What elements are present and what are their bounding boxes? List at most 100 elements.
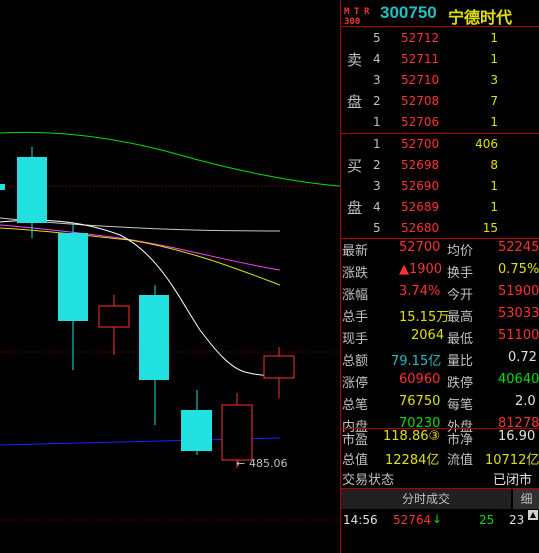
scroll-up-icon[interactable]: ▲ <box>528 510 538 520</box>
low-price-arrow: ← <box>236 457 245 470</box>
level: 2 <box>373 158 381 172</box>
volume: 406 <box>475 137 498 151</box>
tab-detail[interactable]: 细 <box>513 489 539 509</box>
tick-price: 52764 <box>393 513 432 527</box>
turnover-value: 0.75% <box>498 262 539 277</box>
price: 52708 <box>401 94 440 108</box>
buy-row[interactable]: 4 52689 1 <box>341 197 539 218</box>
sell-row[interactable]: 2 52708 7 <box>341 91 539 112</box>
tab-ticks[interactable]: 分时成交 <box>341 489 511 509</box>
price: 52689 <box>401 200 440 214</box>
low-price-annotation: 485.06 <box>249 457 288 470</box>
price: 52706 <box>401 115 440 129</box>
buy-row[interactable]: 3 52690 1 <box>341 176 539 197</box>
badge-letter: T <box>354 7 360 17</box>
amount-label: 总额 <box>342 354 369 369</box>
price: 52690 <box>401 179 440 193</box>
avg-label: 均价 <box>447 244 474 259</box>
stock-header: M T R 300 300750 宁德时代 <box>341 0 539 27</box>
tick-row[interactable]: 14:56 52764 ↓ 25 23 <box>341 511 539 531</box>
current-label: 现手 <box>342 332 369 347</box>
change-label: 涨跌 <box>342 266 369 281</box>
buy-row[interactable]: 2 52698 8 <box>341 155 539 176</box>
volume: 7 <box>490 94 498 108</box>
turnover-label: 换手 <box>447 266 474 281</box>
divider <box>341 238 539 239</box>
tick-volume: 25 <box>479 513 495 527</box>
ratio-value: 0.72 <box>508 350 537 365</box>
current-value: 2064 <box>411 328 445 343</box>
candlestick-chart[interactable]: ← 485.06 <box>0 0 340 553</box>
low-value: 51100 <box>498 328 539 343</box>
price: 52712 <box>401 31 440 45</box>
volume: 1 <box>490 200 498 214</box>
badge-letter: R <box>364 7 370 17</box>
stock-code[interactable]: 300750 <box>380 3 437 23</box>
tick-time: 14:56 <box>343 513 378 527</box>
price: 52700 <box>401 137 440 151</box>
pertrade-label: 每笔 <box>447 398 474 413</box>
float-value: 10712亿 <box>485 453 539 468</box>
badge-letter: M <box>344 7 350 17</box>
candle <box>0 184 5 190</box>
level: 5 <box>373 31 381 45</box>
stock-name[interactable]: 宁德时代 <box>448 4 512 28</box>
low-label: 最低 <box>447 332 474 347</box>
avg-value: 52245 <box>498 240 539 255</box>
price: 52698 <box>401 158 440 172</box>
high-label: 最高 <box>447 310 474 325</box>
buy-row[interactable]: 1 52700 406 <box>341 134 539 155</box>
mktcap-value: 12284亿 <box>385 453 440 468</box>
down-arrow-icon: ↓ <box>432 512 443 526</box>
buy-row[interactable]: 5 52680 15 <box>341 218 539 239</box>
ratio-label: 量比 <box>447 354 474 369</box>
chart-background <box>0 0 340 553</box>
price: 52711 <box>401 52 440 66</box>
level: 3 <box>373 179 381 193</box>
sell-row[interactable]: 3 52710 3 <box>341 70 539 91</box>
latest-label: 最新 <box>342 244 369 259</box>
sell-row[interactable]: 4 52711 1 <box>341 49 539 70</box>
price: 52680 <box>401 221 440 235</box>
volume: 8 <box>490 158 498 172</box>
volume: 15 <box>482 221 498 235</box>
volume: 1 <box>490 115 498 129</box>
trades-label: 总笔 <box>342 398 369 413</box>
mktcap-label: 总值 <box>342 453 369 468</box>
status-label: 交易状态 <box>342 473 395 488</box>
pct-value: 3.74% <box>399 284 441 299</box>
open-label: 今开 <box>447 288 474 303</box>
pb-value: 16.90 <box>498 429 536 444</box>
volume: 3 <box>490 73 498 87</box>
level: 2 <box>373 94 381 108</box>
limitdown-label: 跌停 <box>447 376 474 391</box>
volume-value: 15.15万 <box>399 310 450 325</box>
level: 1 <box>373 137 381 151</box>
sell-row[interactable]: 5 52712 1 <box>341 28 539 49</box>
pe-value: 118.86③ <box>383 429 441 444</box>
level: 4 <box>373 52 381 66</box>
pe-label: 市盈 <box>342 433 369 448</box>
quote-panel: M T R 300 300750 宁德时代 卖 盘 5 52712 1 4 52… <box>340 0 539 553</box>
level: 1 <box>373 115 381 129</box>
pct-label: 涨幅 <box>342 288 369 303</box>
volume: 1 <box>490 179 498 193</box>
level: 3 <box>373 73 381 87</box>
change-value: ▲1900 <box>399 262 443 277</box>
ticks-tabbar: 分时成交 细 <box>341 488 539 509</box>
sell-row[interactable]: 1 52706 1 <box>341 112 539 133</box>
limitdown-value: 40640 <box>498 372 539 387</box>
pb-label: 市净 <box>447 433 474 448</box>
limitup-label: 涨停 <box>342 376 369 391</box>
volume: 1 <box>490 52 498 66</box>
float-label: 流值 <box>447 453 474 468</box>
status-value: 已闭市 <box>493 473 533 488</box>
badge-board: 300 <box>344 17 361 27</box>
level: 5 <box>373 221 381 235</box>
amount-value: 79.15亿 <box>391 354 442 369</box>
volume: 1 <box>490 31 498 45</box>
latest-value: 52700 <box>399 240 441 255</box>
pertrade-value: 2.0 <box>515 394 536 409</box>
market-badge: M T R 300 <box>342 4 378 27</box>
trades-value: 76750 <box>399 394 441 409</box>
